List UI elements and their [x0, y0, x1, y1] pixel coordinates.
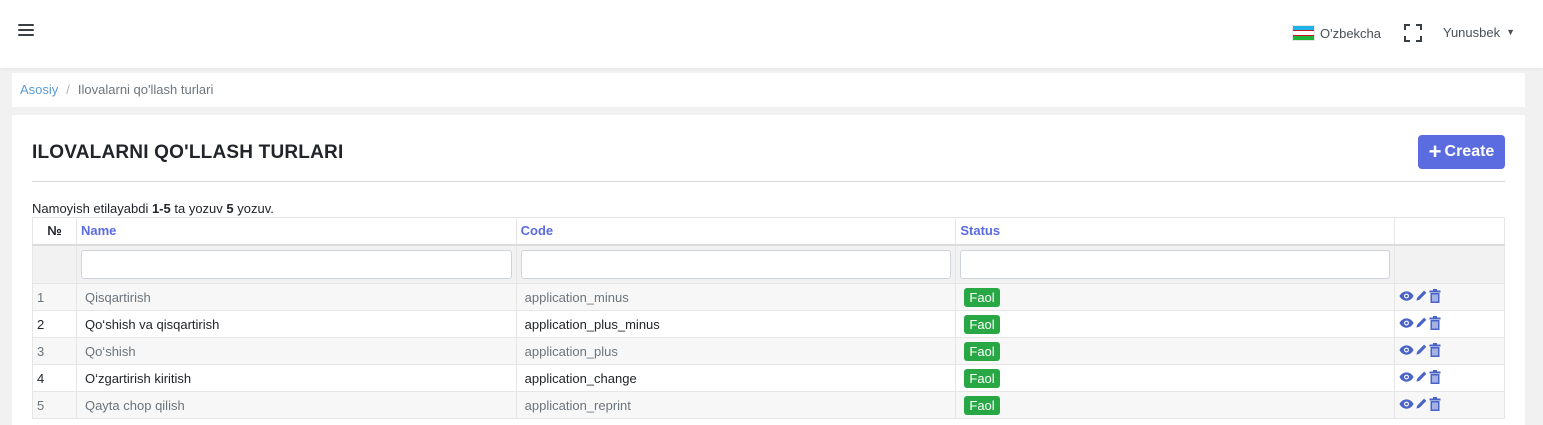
status-filter-input[interactable] [960, 249, 1391, 279]
summary-mid: ta yozuv [170, 201, 227, 216]
view-eye-icon[interactable] [1399, 344, 1414, 359]
column-header-name[interactable]: Name [75, 217, 517, 246]
breadcrumb-home-link[interactable]: Asosiy [20, 82, 58, 97]
status-badge: Faol [964, 368, 1000, 388]
hamburger-menu-icon[interactable] [18, 24, 34, 40]
row-status-cell: Faol [955, 337, 1396, 365]
user-name: Yunusbek [1443, 25, 1501, 40]
status-badge: Faol [964, 395, 1000, 415]
row-code: application_reprint [515, 391, 957, 419]
language-label: O'zbekcha [1320, 25, 1382, 41]
records-summary: Namoyish etilayabdi 1-5 ta yozuv 5 yozuv… [32, 201, 274, 216]
edit-pencil-icon[interactable] [1415, 289, 1428, 305]
breadcrumb-separator: / [66, 82, 70, 97]
row-number: 4 [32, 364, 77, 392]
row-number: 1 [32, 283, 77, 311]
column-header-status[interactable]: Status [955, 217, 1396, 246]
summary-range: 1-5 [151, 201, 171, 216]
row-name: Qo‘shish va qisqartirish [75, 310, 517, 338]
chevron-down-icon: ▼ [1506, 26, 1516, 37]
view-eye-icon[interactable] [1399, 371, 1414, 386]
delete-trash-icon[interactable] [1429, 342, 1441, 360]
row-status-cell: Faol [955, 364, 1396, 392]
status-badge: Faol [964, 287, 1000, 307]
user-menu[interactable]: Yunusbek ▼ [1443, 25, 1515, 40]
row-name: O‘zgartirish kiritish [75, 364, 517, 392]
summary-count: 5 [226, 201, 234, 216]
create-button[interactable]: + Create [1418, 135, 1505, 169]
row-name: Qisqartirish [75, 283, 517, 311]
edit-pencil-icon[interactable] [1415, 370, 1428, 386]
row-actions [1394, 391, 1505, 419]
column-header-number: № [32, 217, 77, 246]
column-header-code[interactable]: Code [515, 217, 957, 246]
table-row: 3 Qo‘shish application_plus Faol [32, 337, 1505, 365]
column-header-actions [1394, 217, 1505, 246]
language-selector[interactable]: O'zbekcha [1292, 25, 1381, 41]
table-row: 4 O‘zgartirish kiritish application_change… [32, 364, 1505, 392]
view-eye-icon[interactable] [1399, 398, 1414, 413]
delete-trash-icon[interactable] [1429, 396, 1441, 414]
content-card: ILOVALARNI QO'LLASH TURLARI + Create Nam… [12, 115, 1525, 425]
page-title: ILOVALARNI QO'LLASH TURLARI [32, 142, 344, 163]
row-number: 3 [32, 337, 77, 365]
row-code: application_minus [515, 283, 957, 311]
status-badge: Faol [964, 314, 1000, 334]
uzbekistan-flag-icon [1292, 25, 1315, 41]
row-status-cell: Faol [955, 391, 1396, 419]
plus-icon: + [1428, 139, 1442, 164]
summary-suffix: yozuv. [233, 201, 274, 216]
row-name: Qayta chop qilish [75, 391, 517, 419]
view-eye-icon[interactable] [1399, 290, 1414, 305]
summary-prefix: Namoyish etilayabdi [32, 201, 152, 216]
status-badge: Faol [964, 341, 1000, 361]
delete-trash-icon[interactable] [1429, 315, 1441, 333]
row-actions [1394, 337, 1505, 365]
filter-cell-empty [32, 244, 77, 284]
name-filter-input[interactable] [80, 249, 512, 279]
table-row: 2 Qo‘shish va qisqartirish application_plu… [32, 310, 1505, 338]
top-navbar: O'zbekcha Yunusbek ▼ [0, 0, 1543, 68]
row-status-cell: Faol [955, 283, 1396, 311]
row-code: application_change [515, 364, 957, 392]
delete-trash-icon[interactable] [1429, 288, 1441, 306]
edit-pencil-icon[interactable] [1415, 397, 1428, 413]
row-actions [1394, 283, 1505, 311]
row-name: Qo‘shish [75, 337, 517, 365]
table-row: 1 Qisqartirish application_minus Faol [32, 283, 1505, 311]
filter-cell-actions [1394, 244, 1505, 284]
row-number: 5 [32, 391, 77, 419]
row-code: application_plus [515, 337, 957, 365]
delete-trash-icon[interactable] [1429, 369, 1441, 387]
breadcrumb: Asosiy / Ilovalarni qo'llash turlari [12, 73, 1525, 107]
row-code: application_plus_minus [515, 310, 957, 338]
data-table: № Name Code Status 1 Qisqartirish applicat… [32, 217, 1505, 419]
fullscreen-icon[interactable] [1404, 24, 1422, 42]
view-eye-icon[interactable] [1399, 317, 1414, 332]
breadcrumb-current: Ilovalarni qo'llash turlari [77, 82, 214, 97]
edit-pencil-icon[interactable] [1415, 316, 1428, 332]
row-actions [1394, 364, 1505, 392]
row-status-cell: Faol [955, 310, 1396, 338]
table-row: 5 Qayta chop qilish application_reprint Fao… [32, 391, 1505, 419]
code-filter-input[interactable] [520, 249, 952, 279]
row-actions [1394, 310, 1505, 338]
row-number: 2 [32, 310, 77, 338]
create-button-label: Create [1444, 143, 1495, 160]
title-divider [32, 181, 1505, 182]
edit-pencil-icon[interactable] [1415, 343, 1428, 359]
